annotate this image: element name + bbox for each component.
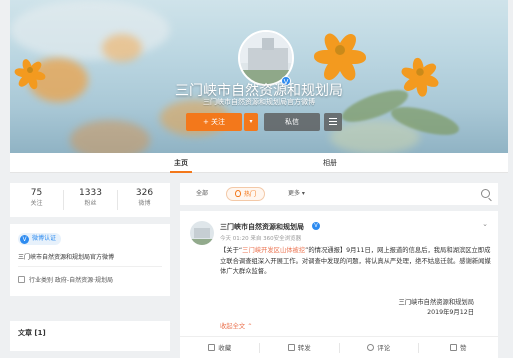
post-text: 【关于“三门峡开发区山体被挖”的情况通报】9月11日，网上报道的信息后，我局和湖… <box>220 246 494 278</box>
fire-icon <box>235 190 241 197</box>
verified-icon: V <box>20 235 29 244</box>
search-icon[interactable] <box>481 189 490 198</box>
chevron-down-icon[interactable]: ⌄ <box>480 219 490 229</box>
banner-blur-flower <box>70 120 150 153</box>
industry-label: 行业类别 政府-自然资源·规划局 <box>29 277 113 284</box>
star-icon <box>208 344 216 351</box>
filter-tab-more[interactable]: 更多 ▾ <box>280 187 313 201</box>
comment-icon <box>367 344 375 351</box>
action-label: 收藏 <box>218 344 232 352</box>
repost-button[interactable]: 转发 <box>260 337 340 358</box>
banner-blur-flower <box>102 34 142 62</box>
follow-button[interactable]: + 关注 <box>186 113 242 131</box>
comment-button[interactable]: 评论 <box>339 337 419 358</box>
like-icon <box>450 344 457 351</box>
stats-card: 75 关注 1333 粉丝 326 微博 <box>10 183 170 217</box>
verification-card: V 微博认证 三门峡市自然资源和规划局官方微博 行业类别 政府-自然资源·规划局 <box>10 224 170 296</box>
filter-tab-hot[interactable]: 热门 <box>226 187 266 201</box>
post-author-avatar[interactable] <box>190 221 214 245</box>
profile-banner: V 三门峡市自然资源和规划局 三门峡市自然资源和规划局官方微博 + 关注 ▾ 私… <box>10 0 508 153</box>
articles-title[interactable]: 文章 [1] <box>18 328 46 338</box>
stat-value: 1333 <box>79 188 102 198</box>
signature-date: 2019年9月12日 <box>427 309 474 316</box>
stat-value: 75 <box>30 188 43 198</box>
stat-following[interactable]: 75 关注 <box>10 187 63 209</box>
post-actions: 收藏 转发 评论 赞 <box>180 336 498 358</box>
post-signature: 三门峡市自然资源和规划局 2019年9月12日 <box>398 298 474 318</box>
signature-org: 三门峡市自然资源和规划局 <box>398 299 474 306</box>
follow-dropdown-button[interactable]: ▾ <box>244 113 258 131</box>
verified-icon: V <box>312 222 320 230</box>
verification-title: V 微博认证 <box>18 233 62 245</box>
industry-info: 行业类别 政府-自然资源·规划局 <box>18 275 113 284</box>
feed-post: 三门峡市自然资源和规划局 V 今天 01:20 来自 360安全浏览器 ⌄ 【关… <box>180 211 498 358</box>
action-label: 转发 <box>297 344 311 352</box>
favorite-button[interactable]: 收藏 <box>180 337 260 358</box>
tab-home[interactable]: 主页 <box>170 153 192 173</box>
stat-posts[interactable]: 326 微博 <box>118 187 171 209</box>
profile-description: 三门峡市自然资源和规划局官方微博 <box>203 98 315 106</box>
tab-album[interactable]: 相册 <box>323 153 337 173</box>
divider <box>18 266 162 267</box>
stat-value: 326 <box>135 188 154 198</box>
stat-label: 粉丝 <box>84 200 97 207</box>
feed-filter-bar: 全部 热门 更多 ▾ <box>180 183 498 205</box>
like-button[interactable]: 赞 <box>419 337 499 358</box>
filter-tab-all[interactable]: 全部 <box>188 187 216 201</box>
message-button[interactable]: 私信 <box>264 113 320 131</box>
post-text-prefix: 【关于“三门峡开发区山体被挖”的情况通报】9月11日，网上报道 <box>220 247 403 254</box>
articles-card: 文章 [1] <box>10 321 170 351</box>
action-label: 赞 <box>460 344 467 352</box>
verification-title-label: 微博认证 <box>32 235 57 242</box>
share-icon <box>287 344 295 351</box>
banner-haze <box>10 0 170 60</box>
stat-label: 微博 <box>138 200 151 207</box>
briefcase-icon <box>18 276 25 283</box>
profile-nav: 主页 相册 <box>10 153 508 173</box>
stat-label: 关注 <box>30 200 43 207</box>
post-meta: 今天 01:20 来自 360安全浏览器 <box>220 236 302 242</box>
action-label: 评论 <box>377 344 391 352</box>
collapse-text-link[interactable]: 收起全文 ⌃ <box>220 321 252 330</box>
verification-text: 三门峡市自然资源和规划局官方微博 <box>18 254 115 261</box>
stat-followers[interactable]: 1333 粉丝 <box>64 187 117 209</box>
more-menu-button[interactable] <box>324 113 342 131</box>
filter-tab-label: 热门 <box>244 191 257 198</box>
post-topic-link[interactable]: 三门峡开发区山体被挖 <box>242 247 305 254</box>
post-author-name[interactable]: 三门峡市自然资源和规划局 <box>220 222 304 232</box>
